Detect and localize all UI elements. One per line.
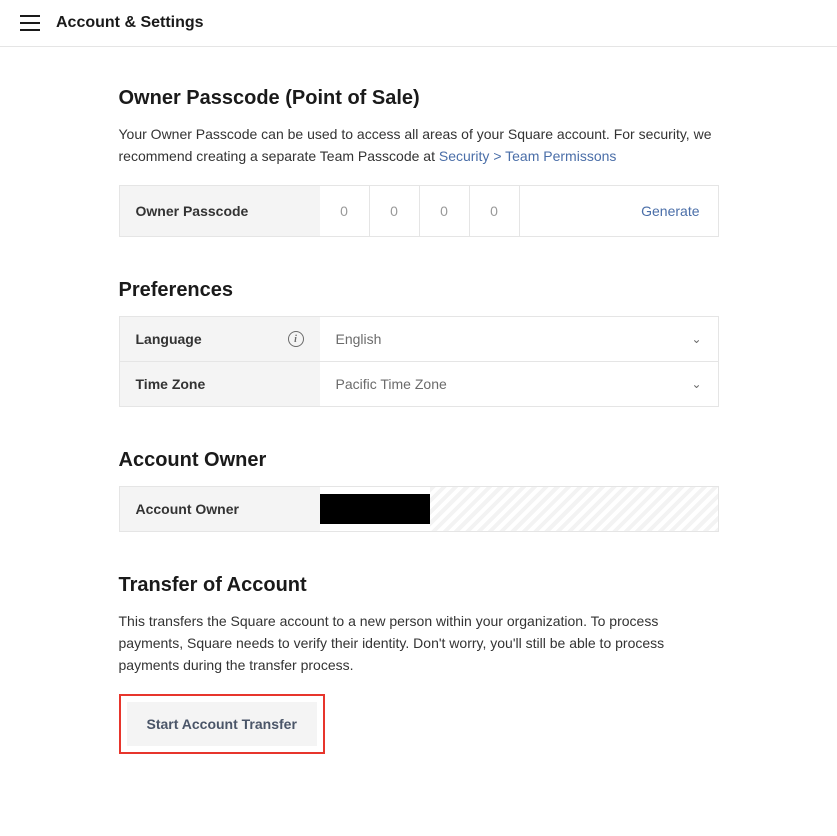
owner-passcode-title: Owner Passcode (Point of Sale) [119,87,719,110]
passcode-boxes: 0 0 0 0 [320,186,520,236]
preferences-title: Preferences [119,279,719,302]
chevron-down-icon: ⌄ [691,377,701,391]
security-team-permissions-link[interactable]: Security > Team Permissons [439,148,617,164]
page-title: Account & Settings [56,14,204,32]
generate-link[interactable]: Generate [623,203,717,219]
language-label: Language i [120,317,320,361]
passcode-digit-1[interactable]: 0 [320,186,370,236]
transfer-button-highlight: Start Account Transfer [119,694,325,754]
owner-passcode-value: 0 0 0 0 Generate [320,186,718,236]
owner-passcode-desc: Your Owner Passcode can be used to acces… [119,124,719,167]
account-owner-section: Account Owner Account Owner [119,449,719,532]
info-icon[interactable]: i [288,331,304,347]
transfer-desc: This transfers the Square account to a n… [119,611,719,676]
timezone-value: Pacific Time Zone [336,376,447,392]
owner-passcode-desc-text: Your Owner Passcode can be used to acces… [119,126,712,164]
timezone-select[interactable]: Pacific Time Zone ⌄ [320,362,718,406]
language-select[interactable]: English ⌄ [320,317,718,361]
passcode-digit-3[interactable]: 0 [420,186,470,236]
language-row: Language i English ⌄ [119,316,719,362]
language-value: English [336,331,382,347]
start-account-transfer-button[interactable]: Start Account Transfer [127,702,317,746]
redacted-owner-name [320,494,430,524]
timezone-row: Time Zone Pacific Time Zone ⌄ [119,362,719,407]
account-owner-title: Account Owner [119,449,719,472]
account-owner-label: Account Owner [120,487,320,531]
preferences-section: Preferences Language i English ⌄ Time Zo… [119,279,719,407]
timezone-label: Time Zone [120,362,320,406]
account-owner-row: Account Owner [119,486,719,532]
transfer-title: Transfer of Account [119,574,719,597]
header-bar: Account & Settings [0,0,837,47]
passcode-digit-2[interactable]: 0 [370,186,420,236]
transfer-section: Transfer of Account This transfers the S… [119,574,719,754]
chevron-down-icon: ⌄ [691,332,701,346]
hatched-area [430,487,718,531]
language-label-text: Language [136,331,202,347]
content: Owner Passcode (Point of Sale) Your Owne… [119,47,719,836]
passcode-digit-4[interactable]: 0 [470,186,520,236]
account-owner-value [320,487,718,531]
owner-passcode-section: Owner Passcode (Point of Sale) Your Owne… [119,87,719,237]
owner-passcode-row: Owner Passcode 0 0 0 0 Generate [119,185,719,237]
owner-passcode-label: Owner Passcode [120,186,320,236]
hamburger-menu-icon[interactable] [20,15,40,31]
